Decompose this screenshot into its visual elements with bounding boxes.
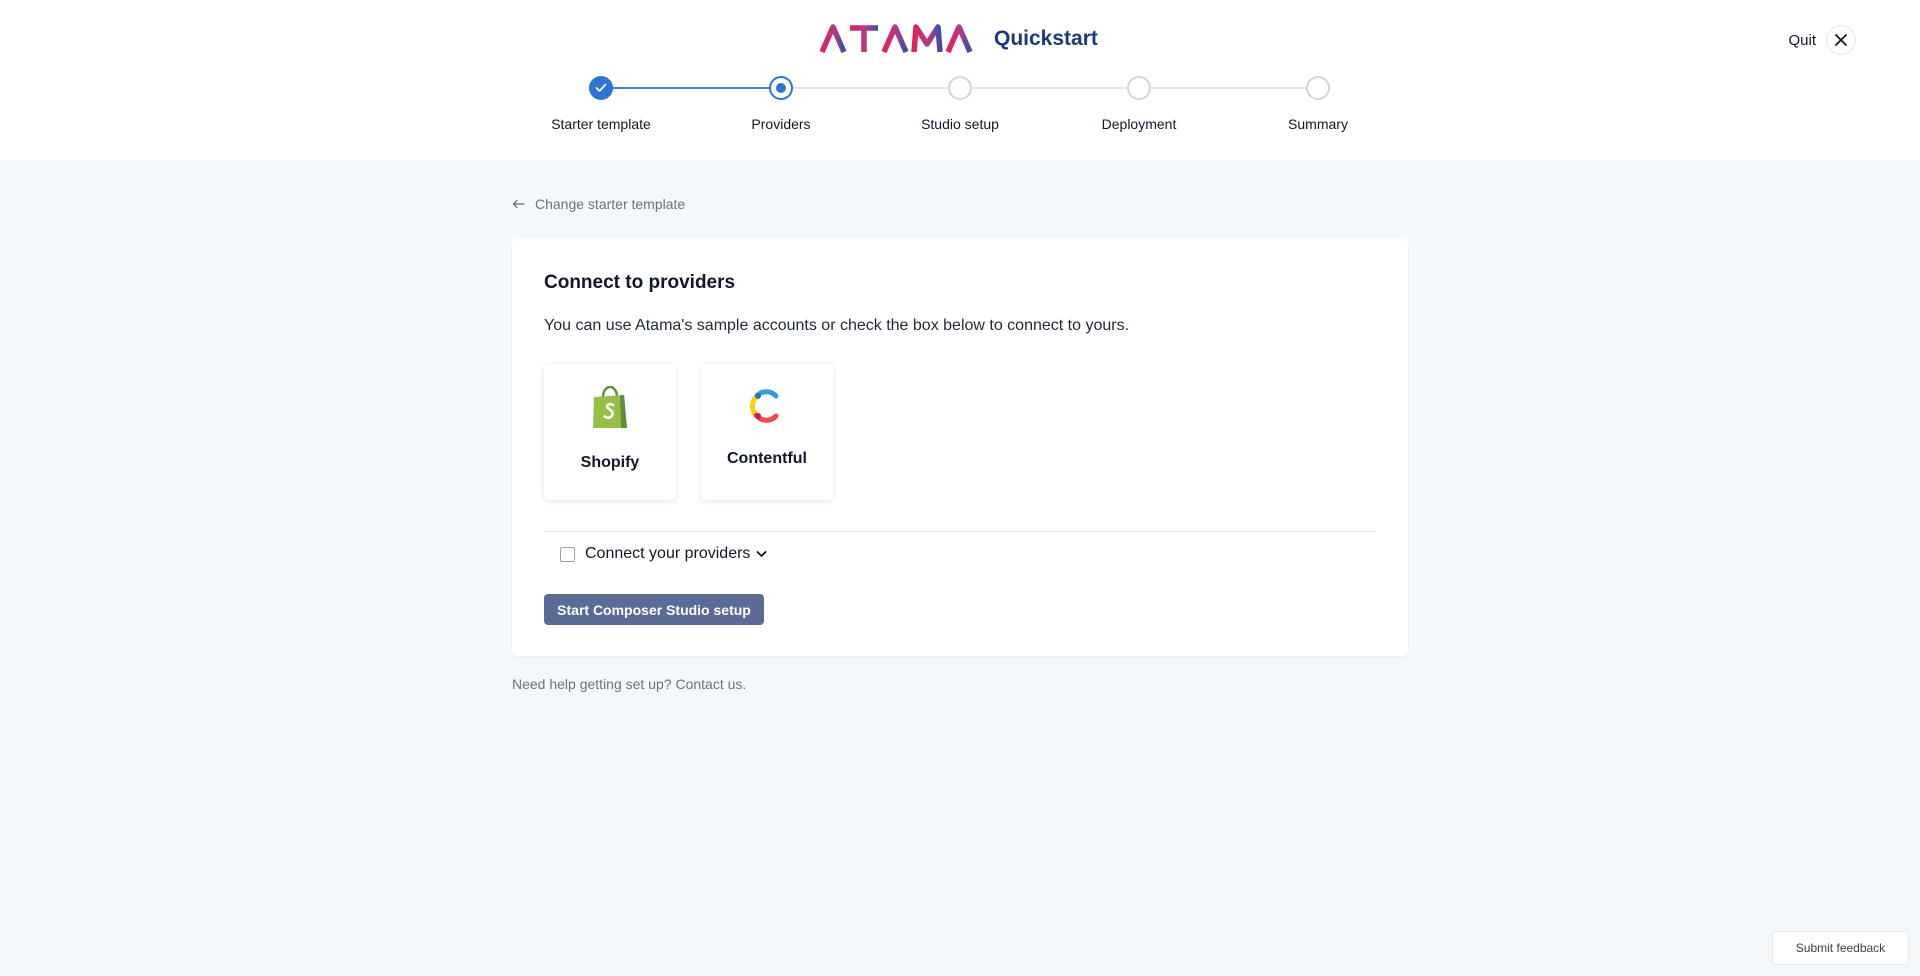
current-step-indicator [769, 76, 793, 100]
step-label: Starter template [551, 116, 651, 132]
step-deployment: Deployment [1059, 76, 1219, 132]
shopify-icon [593, 386, 627, 428]
chevron-down-icon[interactable] [756, 550, 767, 558]
providers-card: Connect to providers You can use Atama's… [512, 238, 1408, 656]
step-label: Deployment [1101, 116, 1177, 132]
quit-label: Quit [1788, 31, 1816, 49]
connect-providers-toggle[interactable]: Connect your providers [560, 543, 767, 565]
arrow-left-icon [512, 199, 525, 209]
provider-tile-shopify[interactable]: Shopify [544, 364, 676, 500]
step-label: Summary [1288, 116, 1348, 132]
provider-tiles: Shopify Contentful [544, 364, 833, 500]
brand: Quickstart [820, 22, 1098, 56]
step-indicator [948, 76, 972, 100]
product-name: Quickstart [994, 27, 1098, 50]
quit-button[interactable]: Quit [1788, 24, 1856, 56]
step-label: Providers [751, 116, 811, 132]
card-description: You can use Atama's sample accounts or c… [544, 317, 1130, 334]
step-summary: Summary [1238, 76, 1398, 132]
divider [544, 531, 1376, 532]
step-starter-template[interactable]: Starter template [521, 76, 681, 132]
provider-label: Contentful [727, 450, 807, 467]
check-icon [589, 76, 613, 100]
top-bar: Quickstart Quit Starter template Provide… [0, 0, 1920, 160]
provider-label: Shopify [580, 454, 640, 471]
start-composer-studio-setup-button[interactable]: Start Composer Studio setup [544, 594, 764, 625]
step-indicator [1127, 76, 1151, 100]
step-providers[interactable]: Providers [701, 76, 861, 132]
contentful-icon [749, 389, 779, 423]
atama-logo [820, 24, 973, 54]
connect-providers-label: Connect your providers [585, 545, 751, 562]
submit-feedback-button[interactable]: Submit feedback [1772, 931, 1909, 965]
progress-stepper: Starter template Providers Studio setup … [0, 76, 1920, 146]
change-starter-template-link[interactable]: Change starter template [512, 194, 685, 214]
step-indicator [1306, 76, 1330, 100]
close-icon[interactable] [1826, 25, 1856, 55]
connect-providers-checkbox[interactable] [560, 546, 575, 562]
card-title: Connect to providers [544, 272, 736, 293]
step-studio-setup: Studio setup [880, 76, 1040, 132]
back-link-label: Change starter template [535, 196, 686, 212]
help-text[interactable]: Need help getting set up? Contact us. [512, 676, 746, 692]
provider-tile-contentful[interactable]: Contentful [701, 364, 833, 500]
step-label: Studio setup [921, 116, 999, 132]
